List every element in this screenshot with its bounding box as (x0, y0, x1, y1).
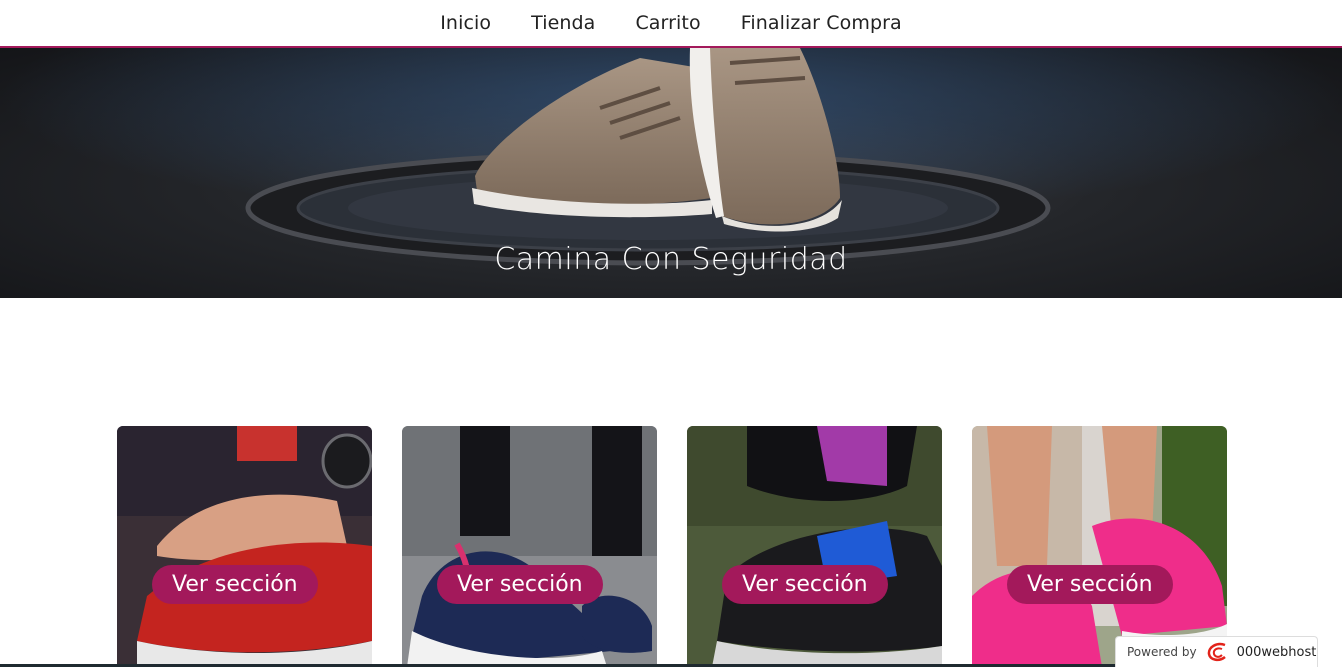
hero-title: Camina Con Seguridad (494, 242, 848, 277)
ver-seccion-button[interactable]: Ver sección (152, 565, 318, 604)
navy-sneaker-image (402, 426, 657, 667)
nav-link-carrito[interactable]: Carrito (635, 12, 700, 34)
ver-seccion-button[interactable]: Ver sección (1007, 565, 1173, 604)
ver-seccion-button[interactable]: Ver sección (437, 565, 603, 604)
nav-link-finalizar-compra[interactable]: Finalizar Compra (741, 12, 902, 34)
category-card[interactable]: Ver sección (402, 426, 657, 667)
main-nav: Inicio Tienda Carrito Finalizar Compra (0, 0, 1342, 48)
category-card[interactable]: Ver sección (972, 426, 1227, 667)
category-cards: Ver sección Ver sección Ver sección Ver … (117, 426, 1227, 667)
pink-sneaker-image (972, 426, 1227, 667)
red-sneaker-image (117, 426, 372, 667)
powered-by-label: Powered by (1127, 645, 1197, 659)
hero-banner: Camina Con Seguridad (0, 48, 1342, 298)
category-card[interactable]: Ver sección (117, 426, 372, 667)
powered-by-badge[interactable]: Powered by 000webhost (1115, 636, 1318, 667)
black-blue-sneaker-image (687, 426, 942, 667)
nav-link-inicio[interactable]: Inicio (440, 12, 491, 34)
powered-by-brand: 000webhost (1236, 644, 1317, 660)
nav-link-tienda[interactable]: Tienda (531, 12, 595, 34)
category-card[interactable]: Ver sección (687, 426, 942, 667)
webhost-logo-icon (1207, 642, 1226, 662)
ver-seccion-button[interactable]: Ver sección (722, 565, 888, 604)
